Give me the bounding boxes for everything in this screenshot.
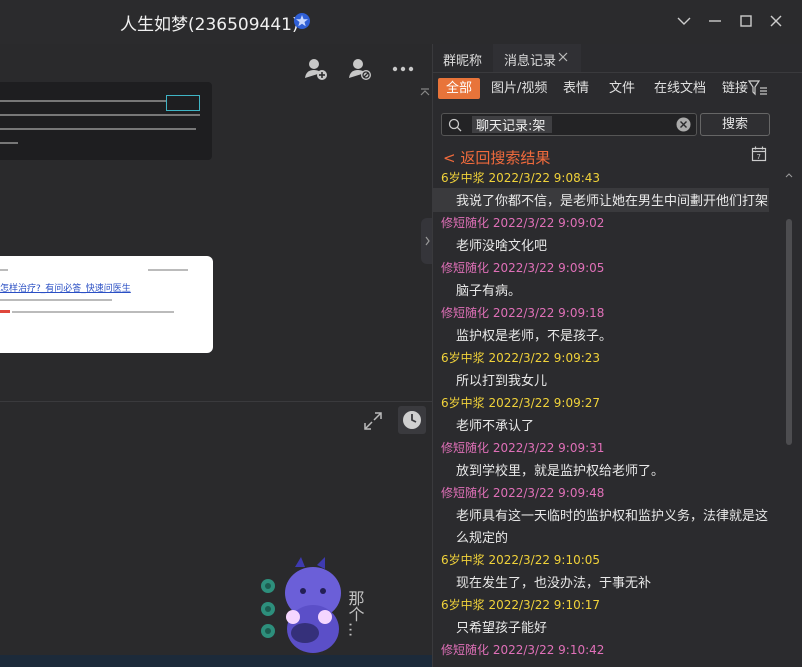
maximize-icon[interactable] <box>737 12 755 30</box>
history-button[interactable] <box>398 406 426 434</box>
filter-bar: 全部 图片/视频 表情 文件 在线文档 链接 <box>433 75 802 101</box>
search-icon <box>448 118 462 132</box>
message-sender-time: 修短随化 2022/3/22 9:09:05 <box>441 261 605 275</box>
tab-message-history[interactable]: 消息记录 <box>504 50 556 69</box>
message-text: 我说了你都不信，是老师让她在男生中间劃开他们打架 <box>456 194 769 209</box>
add-member-icon[interactable] <box>303 56 329 82</box>
message-sender-time: 6岁中浆 2022/3/22 9:08:43 <box>441 171 601 185</box>
message-history-panel: 群昵称 消息记录 全部 图片/视频 表情 文件 在线文档 链接 搜索 < 返回搜… <box>433 44 802 667</box>
filter-stickers[interactable]: 表情 <box>555 78 597 99</box>
clear-search-icon[interactable] <box>676 117 691 132</box>
sticker-image[interactable]: 那个... <box>255 555 385 655</box>
search-box <box>441 113 697 136</box>
search-input[interactable] <box>472 116 552 133</box>
message-sender-time: 修短随化 2022/3/22 9:09:02 <box>441 216 605 230</box>
expand-icon[interactable] <box>362 410 384 432</box>
message-sender-time: 修短随化 2022/3/22 9:09:31 <box>441 441 605 455</box>
panel-tabs: 群昵称 消息记录 <box>433 44 802 72</box>
message-text: 脑子有病。 <box>456 284 522 299</box>
chat-image-message[interactable]: 怎样治疗?_有问必答_快速问医生 <box>0 256 213 353</box>
message-sender-time: 6岁中浆 2022/3/22 9:09:27 <box>441 396 601 410</box>
message-sender-time: 6岁中浆 2022/3/22 9:10:05 <box>441 553 601 567</box>
back-to-results-link[interactable]: < 返回搜索结果 <box>443 147 550 168</box>
message-sender-time: 修短随化 2022/3/22 9:09:18 <box>441 306 605 320</box>
message-sender-time: 6岁中浆 2022/3/22 9:09:23 <box>441 351 601 365</box>
svg-text:7: 7 <box>757 153 761 161</box>
message-text: 现在发生了，也没办法，于事无补 <box>456 576 652 591</box>
dropdown-icon[interactable] <box>675 12 693 30</box>
scrollbar-thumb[interactable] <box>786 219 792 445</box>
message-text: 只希望孩子能好 <box>456 621 548 636</box>
message-text: 老师没啥文化吧 <box>456 239 548 254</box>
message-text: 监护权是老师，不是孩子。 <box>456 329 613 344</box>
collapse-arrow-icon[interactable] <box>420 88 430 96</box>
star-badge-icon[interactable] <box>293 12 311 30</box>
filter-online-docs[interactable]: 在线文档 <box>646 78 714 99</box>
mute-member-icon[interactable] <box>347 56 373 82</box>
sticker-caption: 那个... <box>346 590 365 637</box>
message-text: 所以打到我女儿 <box>456 374 548 389</box>
search-button[interactable]: 搜索 <box>700 113 770 136</box>
scroll-up-icon[interactable] <box>785 172 793 178</box>
minimize-icon[interactable] <box>706 12 724 30</box>
message-sender-time: 修短随化 2022/3/22 9:10:42 <box>441 643 605 657</box>
filter-files[interactable]: 文件 <box>601 78 643 99</box>
message-sender-time: 6岁中浆 2022/3/22 9:10:17 <box>441 598 601 612</box>
close-tab-icon[interactable] <box>558 52 568 62</box>
filter-all[interactable]: 全部 <box>438 78 481 99</box>
clock-icon <box>403 411 421 429</box>
filter-icon[interactable] <box>748 80 768 96</box>
tab-group-nickname[interactable]: 群昵称 <box>443 50 482 69</box>
chat-image-message[interactable] <box>0 82 212 160</box>
close-icon[interactable] <box>767 12 785 30</box>
calendar-icon[interactable]: 7 <box>751 146 767 162</box>
message-text: 放到学校里，就是监护权给老师了。 <box>456 464 665 479</box>
window-title: 人生如梦(236509441) <box>120 15 299 35</box>
image-link-text: 怎样治疗?_有问必答_快速问医生 <box>0 284 131 294</box>
filter-media[interactable]: 图片/视频 <box>483 78 555 99</box>
title-bar: 人生如梦(236509441) <box>0 0 802 44</box>
message-text: 老师具有这一天临时的监护权和监护义务，法律就是这么规定的 <box>456 509 769 546</box>
message-record-list: 6岁中浆 2022/3/22 9:08:43 我说了你都不信，是老师让她在男生中间… <box>433 169 783 667</box>
highlight-box <box>166 95 200 111</box>
more-options-icon[interactable] <box>391 56 415 82</box>
message-text: 老师不承认了 <box>456 419 535 434</box>
message-sender-time: 修短随化 2022/3/22 9:09:48 <box>441 486 605 500</box>
